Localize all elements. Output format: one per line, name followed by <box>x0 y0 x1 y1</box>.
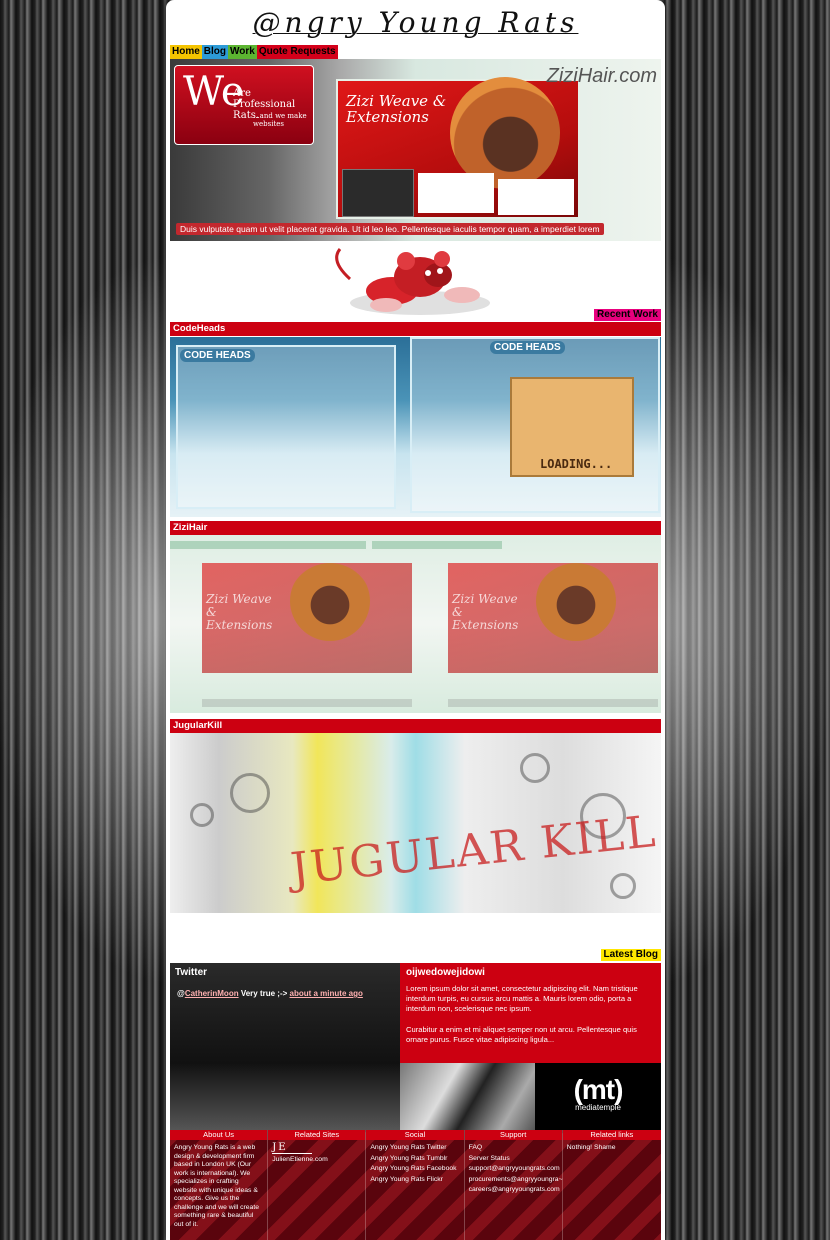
latest-blog-tag: Latest Blog <box>600 949 661 961</box>
work-image-codeheads[interactable]: CODE HEADS CODE HEADS LOADING... <box>170 337 661 517</box>
footer-related-links-heading: Related links <box>562 1130 661 1140</box>
hero-site-screenshot: Zizi Weave & Extensions <box>336 77 580 219</box>
hero-shot-panel <box>342 169 414 217</box>
ad-photo[interactable] <box>400 1063 535 1130</box>
tweet-text: Very true ;-> <box>238 989 290 998</box>
bottom-widgets: Twitter @CatherinMoon Very true ;-> abou… <box>170 963 661 1130</box>
codeheads-logo-right: CODE HEADS <box>490 341 565 354</box>
main-nav: Home Blog Work Quote Requests <box>170 45 338 59</box>
zizihair-bar-left <box>170 541 366 549</box>
footer-social: Social Angry Young Rats Twitter Angry Yo… <box>366 1130 465 1240</box>
zizihair-footer-right <box>448 699 658 707</box>
jugular-circle <box>610 873 636 899</box>
tweet-time-link[interactable]: about a minute ago <box>290 989 363 998</box>
nav-quote-requests[interactable]: Quote Requests <box>256 45 338 59</box>
zizihair-shot-right: Zizi Weave & Extensions <box>448 561 658 673</box>
work-image-jugularkill[interactable]: JUGULAR KILL <box>170 733 661 913</box>
zizihair-portrait-right <box>536 561 616 641</box>
zizihair-shot-left: Zizi Weave & Extensions <box>202 561 412 673</box>
we-subtagline: ...and we make websites <box>253 112 307 128</box>
zizihair-logo: ZiziHair.com <box>546 65 657 87</box>
jugular-circle <box>230 773 270 813</box>
footer-link-procurements-email[interactable]: procurements@angryyoungra~ <box>469 1176 563 1185</box>
nav-home[interactable]: Home <box>170 45 202 59</box>
footer-link-tumblr[interactable]: Angry Young Rats Tumblr <box>370 1155 459 1164</box>
codeheads-loading-text: LOADING... <box>540 457 613 471</box>
background-glow-left <box>0 0 166 1240</box>
twitter-heading: Twitter <box>175 967 208 978</box>
work-title-jugularkill[interactable]: JugularKill <box>170 719 661 733</box>
background-glow-right <box>664 0 830 1240</box>
codeheads-screen-left <box>176 345 396 509</box>
blog-paragraph-2: Curabitur a enim et mi aliquet semper no… <box>406 1025 637 1044</box>
blog-post-title[interactable]: oijwedowejidowi <box>406 967 485 978</box>
hero-shot-ad-2 <box>498 179 574 215</box>
jugularkill-art-text: JUGULAR KILL <box>288 805 660 896</box>
julienetienne-logo-icon: JE <box>272 1143 313 1154</box>
footer-about: About Us Angry Young Rats is a web desig… <box>170 1130 269 1240</box>
footer-support-heading: Support <box>464 1130 562 1140</box>
recent-work-tag: Recent Work <box>594 309 661 321</box>
footer-related-sites-heading: Related Sites <box>268 1130 366 1140</box>
footer-link[interactable]: JulienEtienne.com <box>272 1156 361 1165</box>
hero-shot-ad <box>418 173 494 213</box>
twitter-widget: Twitter @CatherinMoon Very true ;-> abou… <box>170 963 400 1130</box>
we-banner: We Are Professional Rats. ...and we make… <box>174 65 314 145</box>
blog-paragraph-1: Lorem ipsum dolor sit amet, consectetur … <box>406 984 638 1013</box>
nav-work[interactable]: Work <box>228 45 257 59</box>
footer: About Us Angry Young Rats is a web desig… <box>170 1130 661 1240</box>
rat-mascot <box>170 241 661 321</box>
footer-link-flickr[interactable]: Angry Young Rats Flickr <box>370 1176 459 1185</box>
hero-shot-title: Zizi Weave & Extensions <box>346 92 447 126</box>
mediatemple-wordmark: mediatemple <box>575 1103 621 1112</box>
jugular-circle <box>520 753 550 783</box>
footer-related-links: Related links Nothing! Shame <box>562 1130 661 1240</box>
hero-caption: Duis vulputate quam ut velit placerat gr… <box>176 223 604 235</box>
footer-link-twitter[interactable]: Angry Young Rats Twitter <box>370 1144 459 1153</box>
latest-blog-panel: oijwedowejidowi Lorem ipsum dolor sit am… <box>400 963 661 1063</box>
work-title-codeheads[interactable]: CodeHeads <box>170 322 661 336</box>
work-image-zizihair[interactable]: Zizi Weave & Extensions Zizi Weave & Ext… <box>170 535 661 713</box>
footer-about-heading: About Us <box>170 1130 268 1140</box>
footer-link-careers-email[interactable]: careers@angryyoungrats.com <box>469 1186 560 1195</box>
tweet: @CatherinMoon Very true ;-> about a minu… <box>177 989 363 998</box>
hero-slideshow[interactable]: We Are Professional Rats. ...and we make… <box>170 59 661 241</box>
jugular-circle <box>190 803 214 827</box>
zizihair-portrait-left <box>290 561 370 641</box>
zizihair-title-left: Zizi Weave & Extensions <box>206 592 273 632</box>
footer-social-heading: Social <box>366 1130 464 1140</box>
footer-about-text: Angry Young Rats is a web design & devel… <box>174 1144 260 1228</box>
footer-related-sites: Related Sites JE JulienEtienne.com <box>268 1130 367 1240</box>
footer-link-support-email[interactable]: support@angryyoungrats.com <box>469 1165 560 1174</box>
zizihair-footer-left <box>202 699 412 707</box>
zizihair-title-right: Zizi Weave & Extensions <box>452 592 519 632</box>
tweet-user-link[interactable]: CatherinMoon <box>185 989 239 998</box>
ads-row: (mt) mediatemple <box>400 1063 661 1130</box>
footer-link-faq[interactable]: FAQ <box>469 1144 558 1153</box>
footer-link-server-status[interactable]: Server Status <box>469 1155 558 1164</box>
codeheads-logo-left: CODE HEADS <box>180 349 255 362</box>
zizihair-bar-right <box>372 541 502 549</box>
nav-blog[interactable]: Blog <box>201 45 229 59</box>
tweet-at: @ <box>177 989 185 998</box>
work-title-zizihair[interactable]: ZiziHair <box>170 521 661 535</box>
rat-mascot-icon <box>335 248 490 315</box>
page-container: @ngry Young Rats Home Blog Work Quote Re… <box>166 0 665 1240</box>
footer-support: Support FAQ Server Status support@angryy… <box>464 1130 563 1240</box>
footer-link-facebook[interactable]: Angry Young Rats Facebook <box>370 1165 459 1174</box>
mediatemple-logo: (mt) <box>573 1074 624 1105</box>
footer-related-links-text: Nothing! Shame <box>566 1144 616 1151</box>
mediatemple-ad[interactable]: (mt) mediatemple <box>535 1063 661 1130</box>
site-title[interactable]: @ngry Young Rats <box>166 0 665 44</box>
